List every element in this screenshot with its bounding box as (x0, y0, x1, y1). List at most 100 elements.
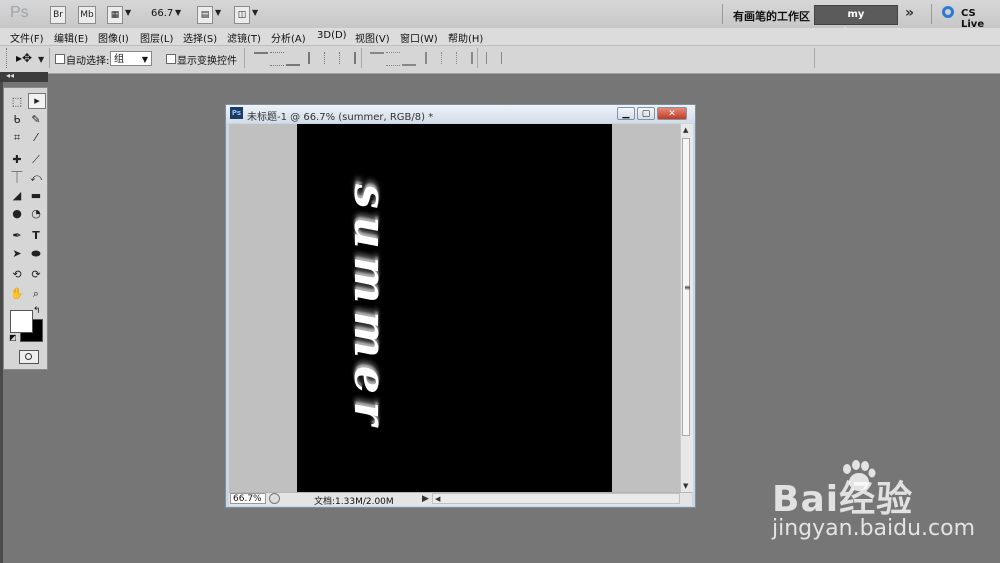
shape-icon[interactable]: ⬬ (28, 247, 44, 261)
chevron-down-icon[interactable]: ▼ (252, 8, 258, 17)
minimize-button[interactable]: ▁ (617, 107, 635, 120)
pen-icon[interactable]: ✒ (9, 229, 25, 243)
separator (244, 48, 245, 68)
eraser-icon[interactable]: ◢ (9, 189, 25, 203)
quick-mask-icon[interactable] (19, 350, 39, 364)
type-icon[interactable]: T (28, 229, 44, 243)
separator (814, 48, 815, 68)
move-tool-preset-icon[interactable]: ▸✥ (16, 51, 32, 65)
brush-icon[interactable]: ⟋ (28, 153, 44, 167)
distribute-top-icon[interactable] (370, 52, 384, 66)
3d-orbit-icon[interactable]: ⟳ (28, 268, 44, 282)
scroll-up-icon[interactable]: ▲ (683, 126, 688, 134)
arrange-documents-button[interactable]: ▤ (197, 6, 213, 24)
close-button[interactable]: ✕ (657, 107, 687, 120)
menu-image[interactable]: 图像(I) (98, 30, 129, 45)
separator (722, 4, 723, 24)
paw-logo-icon (838, 460, 878, 494)
chevron-down-icon[interactable]: ▼ (125, 8, 131, 17)
chevron-down-icon[interactable]: ▼ (38, 55, 44, 64)
separator (49, 48, 50, 68)
maximize-button[interactable]: ▢ (637, 107, 655, 120)
document-title: 未标题-1 @ 66.7% (summer, RGB/8) * (247, 112, 434, 123)
eyedropper-icon[interactable]: ⁄ (28, 131, 44, 145)
distribute-vcenter-icon[interactable] (386, 52, 400, 66)
auto-select-value: 组 (114, 54, 124, 65)
align-bottom-icon[interactable] (286, 52, 300, 66)
auto-select-dropdown[interactable]: 组 ▼ (110, 51, 152, 66)
path-select-icon[interactable]: ➤ (9, 247, 25, 261)
status-zoom-field[interactable]: 66.7% (230, 493, 266, 504)
collapse-icon[interactable]: ◂◂ (6, 71, 14, 80)
align-right-icon[interactable] (340, 52, 356, 64)
menu-3d[interactable]: 3D(D) (317, 30, 347, 41)
horizontal-scrollbar[interactable] (432, 493, 680, 504)
clone-stamp-icon[interactable]: ⏉ (9, 171, 25, 185)
separator (931, 4, 932, 24)
bridge-button[interactable]: Br (50, 6, 66, 24)
screen-mode-button[interactable]: ◫ (234, 6, 250, 24)
mini-bridge-button[interactable]: Mb (78, 6, 96, 24)
menu-analysis[interactable]: 分析(A) (271, 30, 306, 45)
crop-icon[interactable]: ⌗ (9, 131, 25, 145)
align-left-icon[interactable] (308, 52, 324, 64)
cs-live-label[interactable]: CS Live (961, 8, 1000, 30)
menu-view[interactable]: 视图(V) (355, 30, 390, 45)
zoom-icon[interactable]: ⌕ (28, 287, 44, 301)
info-icon[interactable] (269, 493, 280, 504)
status-menu-arrow-icon[interactable]: ▶ (422, 494, 429, 504)
distribute-right-icon[interactable] (457, 52, 473, 64)
lasso-icon[interactable]: ᑲ (9, 113, 25, 127)
distribute-hcenter-icon[interactable] (441, 52, 457, 64)
workspace-button[interactable]: my workspace1 (814, 5, 898, 38)
menu-edit[interactable]: 编辑(E) (54, 30, 88, 45)
distribute-bottom-icon[interactable] (402, 52, 416, 66)
blur-icon[interactable]: ● (9, 207, 25, 221)
ps-icon: Ps (230, 107, 243, 119)
menu-filter[interactable]: 滤镜(T) (227, 30, 261, 45)
scroll-down-icon[interactable]: ▼ (683, 482, 688, 490)
auto-select-checkbox[interactable] (55, 54, 65, 64)
status-doc-info: 文档:1.33M/2.00M (314, 497, 394, 507)
align-hcenter-icon[interactable] (324, 52, 340, 64)
canvas-text-layer[interactable]: summer (344, 184, 395, 433)
auto-select-label: 自动选择: (66, 56, 110, 67)
menu-help[interactable]: 帮助(H) (448, 30, 483, 45)
align-vcenter-icon[interactable] (270, 52, 284, 66)
view-extras-button[interactable]: ▦ (107, 6, 123, 24)
history-brush-icon[interactable]: ⤺ (28, 171, 44, 185)
tools-panel-header[interactable]: ◂◂ (0, 71, 48, 82)
scroll-grip-icon: ≡ (684, 283, 691, 292)
chevron-down-icon[interactable]: ▼ (215, 8, 221, 17)
auto-align-icon[interactable] (486, 52, 502, 64)
cs-live-icon[interactable] (942, 6, 954, 18)
workspace-title[interactable]: 有画笔的工作区 (733, 8, 810, 24)
menu-select[interactable]: 选择(S) (183, 30, 217, 45)
show-transform-label: 显示变换控件 (177, 56, 237, 67)
hand-icon[interactable]: ✋ (9, 287, 25, 301)
scroll-left-icon[interactable]: ◀ (435, 495, 440, 503)
menu-layer[interactable]: 图层(L) (140, 30, 173, 45)
align-top-icon[interactable] (254, 52, 268, 66)
chevron-down-icon[interactable]: ▼ (175, 8, 181, 17)
show-transform-checkbox[interactable] (166, 54, 176, 64)
3d-rotate-icon[interactable]: ⟲ (9, 268, 25, 282)
menu-file[interactable]: 文件(F) (10, 30, 44, 45)
gradient-icon[interactable]: ▬ (28, 189, 44, 203)
separator (361, 48, 362, 68)
dodge-icon[interactable]: ◔ (28, 207, 44, 221)
zoom-level-display[interactable]: 66.7 (151, 8, 173, 19)
menu-window[interactable]: 窗口(W) (400, 30, 438, 45)
default-colors-icon[interactable]: ◩ (9, 333, 17, 342)
swap-colors-icon[interactable]: ↰ (33, 306, 41, 316)
foreground-color-swatch[interactable] (10, 310, 33, 333)
grip-handle[interactable] (6, 48, 9, 68)
distribute-left-icon[interactable] (425, 52, 441, 64)
healing-brush-icon[interactable]: ✚ (9, 153, 25, 167)
quick-select-icon[interactable]: ✎ (28, 113, 44, 127)
move-icon[interactable]: ▸ (28, 93, 46, 109)
marquee-icon[interactable]: ⬚ (9, 95, 25, 109)
double-chevron-right-icon[interactable]: » (905, 5, 914, 21)
ps-icon: Ps (10, 4, 29, 21)
watermark-site-url: jingyan.baidu.com (772, 516, 976, 541)
